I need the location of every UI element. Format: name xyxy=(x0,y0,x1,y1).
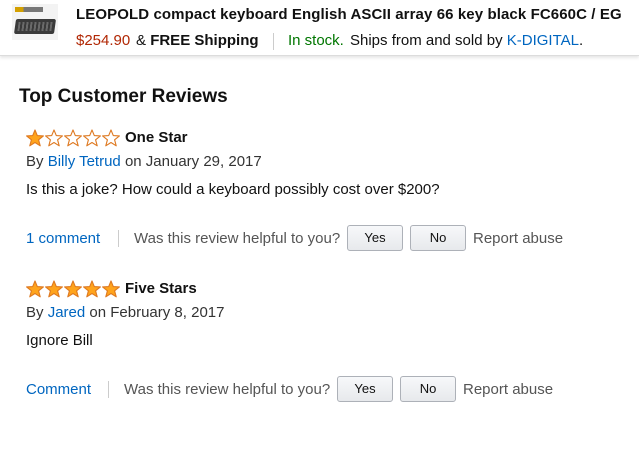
stock-status: In stock. xyxy=(288,32,344,49)
review-date: on January 29, 2017 xyxy=(124,153,262,170)
seller-info: Ships from and sold by K-DIGITAL. xyxy=(350,32,583,49)
byline-prefix: By xyxy=(26,304,44,321)
star-filled-icon xyxy=(64,280,82,298)
actions-divider xyxy=(108,381,109,398)
ships-from-text: Ships from and sold by xyxy=(350,32,503,49)
review-title[interactable]: One Star xyxy=(125,129,188,146)
helpful-yes-button[interactable]: Yes xyxy=(337,376,393,402)
actions-divider xyxy=(118,230,119,247)
product-title[interactable]: LEOPOLD compact keyboard English ASCII a… xyxy=(76,6,622,23)
review-actions: 1 comment Was this review helpful to you… xyxy=(0,225,639,251)
byline-prefix: By xyxy=(26,153,44,170)
section-heading: Top Customer Reviews xyxy=(19,86,228,107)
review-date: on February 8, 2017 xyxy=(89,304,225,321)
review-actions: Comment Was this review helpful to you? … xyxy=(0,376,639,402)
comment-link[interactable]: 1 comment xyxy=(26,230,100,247)
header-divider xyxy=(273,33,274,50)
review-author-link[interactable]: Billy Tetrud xyxy=(48,153,121,170)
report-abuse-link[interactable]: Report abuse xyxy=(463,381,553,398)
product-header-bar: LEOPOLD compact keyboard English ASCII a… xyxy=(0,0,639,56)
star-rating[interactable] xyxy=(26,280,120,298)
star-empty-icon xyxy=(102,129,120,147)
product-price: $254.90 xyxy=(76,32,131,49)
helpful-no-button[interactable]: No xyxy=(410,225,466,251)
star-empty-icon xyxy=(83,129,101,147)
star-filled-icon xyxy=(83,280,101,298)
helpful-yes-button[interactable]: Yes xyxy=(347,225,403,251)
comment-link[interactable]: Comment xyxy=(26,381,91,398)
helpful-prompt: Was this review helpful to you? xyxy=(134,230,341,247)
review-author-link[interactable]: Jared xyxy=(48,304,86,321)
review-byline: By Billy Tetrud on January 29, 2017 xyxy=(26,153,262,170)
seller-link[interactable]: K-DIGITAL xyxy=(507,32,579,49)
shipping-prefix: & xyxy=(136,32,147,49)
review-byline: By Jared on February 8, 2017 xyxy=(26,304,224,321)
review-body: Is this a joke? How could a keyboard pos… xyxy=(26,181,440,198)
star-filled-icon xyxy=(102,280,120,298)
helpful-prompt: Was this review helpful to you? xyxy=(124,381,331,398)
star-empty-icon xyxy=(45,129,63,147)
helpful-no-button[interactable]: No xyxy=(400,376,456,402)
star-filled-icon xyxy=(26,280,44,298)
product-thumbnail-label-graphic xyxy=(15,7,43,12)
shipping-info: & FREE Shipping xyxy=(136,32,259,49)
keyboard-thumbnail-icon xyxy=(13,19,57,34)
review-title[interactable]: Five Stars xyxy=(125,280,197,297)
product-thumbnail-image[interactable] xyxy=(12,4,58,40)
star-rating[interactable] xyxy=(26,129,120,147)
star-filled-icon xyxy=(26,129,44,147)
star-filled-icon xyxy=(45,280,63,298)
report-abuse-link[interactable]: Report abuse xyxy=(473,230,563,247)
free-shipping-label: FREE Shipping xyxy=(150,32,259,49)
review-body: Ignore Bill xyxy=(26,332,93,349)
star-empty-icon xyxy=(64,129,82,147)
seller-suffix: . xyxy=(578,32,584,49)
